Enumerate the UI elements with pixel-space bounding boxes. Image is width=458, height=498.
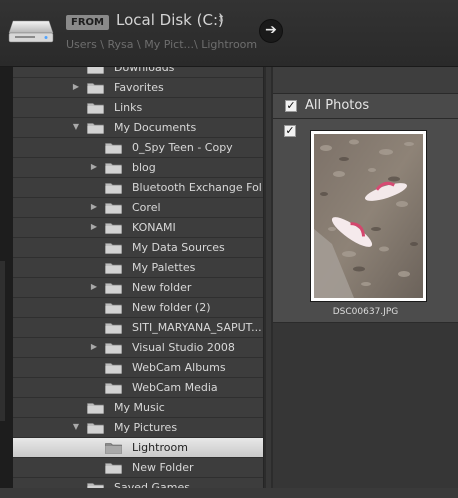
folder-tree-item[interactable]: ▼ My Documents xyxy=(13,118,263,138)
dropdown-chevron-icon[interactable]: ⇕ xyxy=(217,14,225,25)
folder-tree-item-label: New folder (2) xyxy=(132,301,211,314)
folder-icon xyxy=(105,302,122,314)
folder-icon xyxy=(105,442,122,454)
folder-tree-item[interactable]: New folder (2) xyxy=(13,298,263,318)
folder-tree-item[interactable]: Saved Games xyxy=(13,478,263,488)
folder-tree-item-label: New Folder xyxy=(132,461,194,474)
folder-tree: Downloads ▶ Favorites Links ▼ My Documents 0_S… xyxy=(13,67,272,488)
folder-icon xyxy=(105,282,122,294)
folder-tree-item-label: My Data Sources xyxy=(132,241,225,254)
folder-tree-item-label: Favorites xyxy=(114,81,164,94)
all-photos-label: All Photos xyxy=(305,98,370,113)
triangle-right-icon[interactable]: ▶ xyxy=(89,202,99,212)
folder-tree-item[interactable]: Bluetooth Exchange Fol... xyxy=(13,178,272,198)
hard-disk-icon xyxy=(8,20,54,43)
folder-icon xyxy=(105,462,122,474)
folder-tree-item[interactable]: ▶ Visual Studio 2008 xyxy=(13,338,263,358)
arrow-right-icon[interactable]: ➔ xyxy=(259,19,283,43)
folder-tree-item[interactable]: WebCam Albums xyxy=(13,358,263,378)
folder-tree-item[interactable]: ▶ KONAMI xyxy=(13,218,263,238)
folder-tree-item-label: KONAMI xyxy=(132,221,176,234)
all-photos-bar[interactable]: ✓ All Photos xyxy=(273,94,458,119)
folder-icon xyxy=(87,82,104,94)
triangle-right-icon[interactable]: ▶ xyxy=(89,342,99,352)
folder-tree-item-label: Links xyxy=(114,101,143,114)
folder-tree-item-label: My Pictures xyxy=(114,421,178,434)
folder-icon xyxy=(105,362,122,374)
all-photos-checkbox[interactable]: ✓ xyxy=(285,100,297,112)
folder-icon xyxy=(87,422,104,434)
photo-thumbnail[interactable] xyxy=(310,130,427,302)
folder-tree-item-label: WebCam Albums xyxy=(132,361,226,374)
folder-icon xyxy=(105,342,122,354)
folder-tree-item[interactable]: My Palettes xyxy=(13,258,263,278)
folder-icon xyxy=(105,322,122,334)
folder-tree-item[interactable]: ▶ blog xyxy=(13,158,263,178)
folder-tree-scrollbar[interactable] xyxy=(263,67,273,488)
folder-icon xyxy=(105,222,122,234)
photo-checkbox[interactable]: ✓ xyxy=(284,125,296,137)
folder-icon xyxy=(105,182,122,194)
triangle-right-icon[interactable]: ▶ xyxy=(89,282,99,292)
folder-tree-item[interactable]: Links xyxy=(13,98,263,118)
folder-tree-item-label: My Documents xyxy=(114,121,197,134)
folder-tree-item-label: WebCam Media xyxy=(132,381,218,394)
folder-tree-item[interactable]: ▶ Favorites xyxy=(13,78,263,98)
photo-grid-cell[interactable]: ✓ DSC00637.JPG xyxy=(273,119,458,323)
folder-icon xyxy=(105,262,122,274)
folder-tree-item[interactable]: ▶ Corel xyxy=(13,198,263,218)
left-panel-scrollbar[interactable] xyxy=(0,261,5,421)
photo-thumbnail-image xyxy=(314,134,423,298)
folder-icon xyxy=(87,402,104,414)
triangle-right-icon[interactable]: ▶ xyxy=(89,162,99,172)
folder-tree-item[interactable]: My Data Sources xyxy=(13,238,263,258)
breadcrumb: Users \ Rysa \ My Pict...\ Lightroom xyxy=(66,38,258,51)
triangle-down-icon[interactable]: ▼ xyxy=(71,422,81,432)
folder-tree-item[interactable]: My Music xyxy=(13,398,263,418)
import-source-header: FROM Local Disk (C:) ⇕ Users \ Rysa \ My… xyxy=(0,0,458,67)
source-dropdown[interactable]: Local Disk (C:) xyxy=(116,11,224,29)
folder-tree-item-label: Lightroom xyxy=(132,441,188,454)
triangle-right-icon[interactable]: ▶ xyxy=(71,82,81,92)
folder-tree-item-label: 0_Spy Teen - Copy xyxy=(132,141,233,154)
folder-tree-item[interactable]: 0_Spy Teen - Copy xyxy=(13,138,263,158)
photo-filename: DSC00637.JPG xyxy=(332,307,399,317)
folder-tree-item[interactable]: ▼ My Pictures xyxy=(13,418,263,438)
folder-icon xyxy=(105,162,122,174)
folder-icon xyxy=(105,202,122,214)
folder-icon xyxy=(105,242,122,254)
folder-tree-item-label: New folder xyxy=(132,281,192,294)
folder-tree-item[interactable]: Lightroom xyxy=(13,438,270,458)
folder-tree-item[interactable]: New Folder xyxy=(13,458,263,478)
folder-tree-item-label: Visual Studio 2008 xyxy=(132,341,235,354)
left-panel-edge xyxy=(0,67,13,488)
folder-tree-item-label: My Music xyxy=(114,401,165,414)
folder-icon xyxy=(87,122,104,134)
triangle-right-icon[interactable]: ▶ xyxy=(89,222,99,232)
grid-toolbar xyxy=(273,67,458,94)
folder-icon xyxy=(87,482,104,488)
folder-icon xyxy=(105,142,122,154)
folder-icon xyxy=(105,382,122,394)
scrollbar-thumb[interactable] xyxy=(266,67,271,488)
folder-tree-item-label: SITI_MARYANA_SAPUT... xyxy=(132,321,262,334)
folder-tree-item[interactable]: WebCam Media xyxy=(13,378,263,398)
folder-tree-item-label: Corel xyxy=(132,201,161,214)
folder-tree-item-label: blog xyxy=(132,161,156,174)
photo-grid-panel: ✓ All Photos ✓ DSC00637.JPG xyxy=(273,67,458,488)
folder-icon xyxy=(87,102,104,114)
triangle-down-icon[interactable]: ▼ xyxy=(71,122,81,132)
folder-tree-item-label: My Palettes xyxy=(132,261,196,274)
folder-tree-item[interactable]: ▶ New folder xyxy=(13,278,263,298)
folder-tree-item-label: Bluetooth Exchange Fol... xyxy=(132,181,273,194)
from-badge: FROM xyxy=(66,15,109,30)
folder-tree-item[interactable]: SITI_MARYANA_SAPUT... xyxy=(13,318,263,338)
